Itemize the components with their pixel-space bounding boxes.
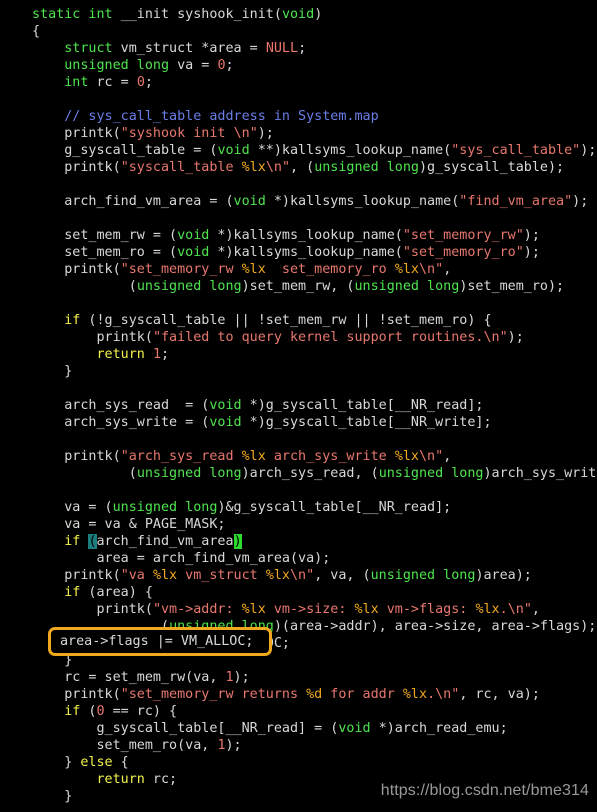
code-line: set_mem_ro = (void *)kallsyms_lookup_nam… (32, 245, 540, 260)
code-line: if (!g_syscall_table || !set_mem_rw || !… (64, 313, 492, 328)
annotation-highlight-box: area->flags |= VM_ALLOC; (48, 627, 272, 656)
code-line: unsigned long va = 0; (64, 58, 234, 73)
code-line: printk("va %lx vm_struct %lx\n", va, (un… (32, 568, 532, 583)
code-line: set_mem_ro(va, 1); (32, 738, 242, 753)
code-line: arch_sys_read = (void *)g_syscall_table[… (32, 398, 484, 413)
code-line: set_mem_rw = (void *)kallsyms_lookup_nam… (32, 228, 540, 243)
code-line: printk("vm->addr: %lx vm->size: %lx vm->… (32, 602, 540, 617)
token-keyword: if (64, 313, 81, 328)
code-line: return 1; (96, 347, 170, 362)
code-line: arch_find_vm_area = (void *)kallsyms_loo… (32, 194, 589, 209)
code-line: (unsigned long)set_mem_rw, (unsigned lon… (32, 279, 565, 294)
code-line: arch_sys_write = (void *)g_syscall_table… (32, 415, 492, 430)
code-line: printk("set_memory_rw %lx set_memory_ro … (32, 262, 452, 277)
code-listing: static int __init syshook_init(void) { s… (0, 4, 597, 805)
code-line: printk("syscall_table %lx\n", (unsigned … (32, 160, 565, 175)
code-line: va = (unsigned long)&g_syscall_table[__N… (32, 500, 452, 515)
code-line: (unsigned long)arch_sys_read, (unsigned … (32, 466, 597, 481)
matching-paren-close: ) (233, 534, 242, 549)
code-line: rc = set_mem_rw(va, 1); (32, 670, 250, 685)
code-line: } (32, 364, 73, 379)
code-line: if (area) { (64, 585, 153, 600)
code-line: struct vm_struct *area = NULL; (64, 41, 307, 56)
code-line: area = arch_find_vm_area(va); (32, 551, 331, 566)
matching-paren-open: ( (88, 534, 97, 549)
code-line: printk("syshook init \n"); (32, 126, 274, 141)
code-editor-viewport: static int __init syshook_init(void) { s… (0, 0, 597, 812)
code-line: int rc = 0; (64, 75, 153, 90)
code-line: va = va & PAGE_MASK; (32, 517, 226, 532)
code-line: printk("arch_sys_read %lx arch_sys_write… (32, 449, 452, 464)
watermark-url: https://blog.csdn.net/bme314 (380, 782, 589, 799)
code-line: g_syscall_table = (void **)kallsyms_look… (32, 143, 597, 158)
code-line: printk("failed to query kernel support r… (32, 330, 524, 345)
code-line: } else { (32, 755, 129, 770)
code-line: // sys_call_table address in System.map (32, 108, 597, 125)
code-line: static int __init syshook_init(void) (32, 7, 323, 22)
code-line: { (32, 24, 41, 39)
code-line: g_syscall_table[__NR_read] = (void *)arc… (32, 721, 508, 736)
token-comment: // sys_call_table address in System.map (64, 109, 379, 124)
annotation-boxed-code: area->flags |= VM_ALLOC; (60, 634, 254, 649)
token-type: static int (32, 7, 113, 22)
code-line: if (0 == rc) { (64, 704, 178, 719)
code-line: printk("set_memory_rw returns %d for add… (32, 687, 540, 702)
code-line-paren-highlight: if (arch_find_vm_area) (64, 534, 242, 549)
